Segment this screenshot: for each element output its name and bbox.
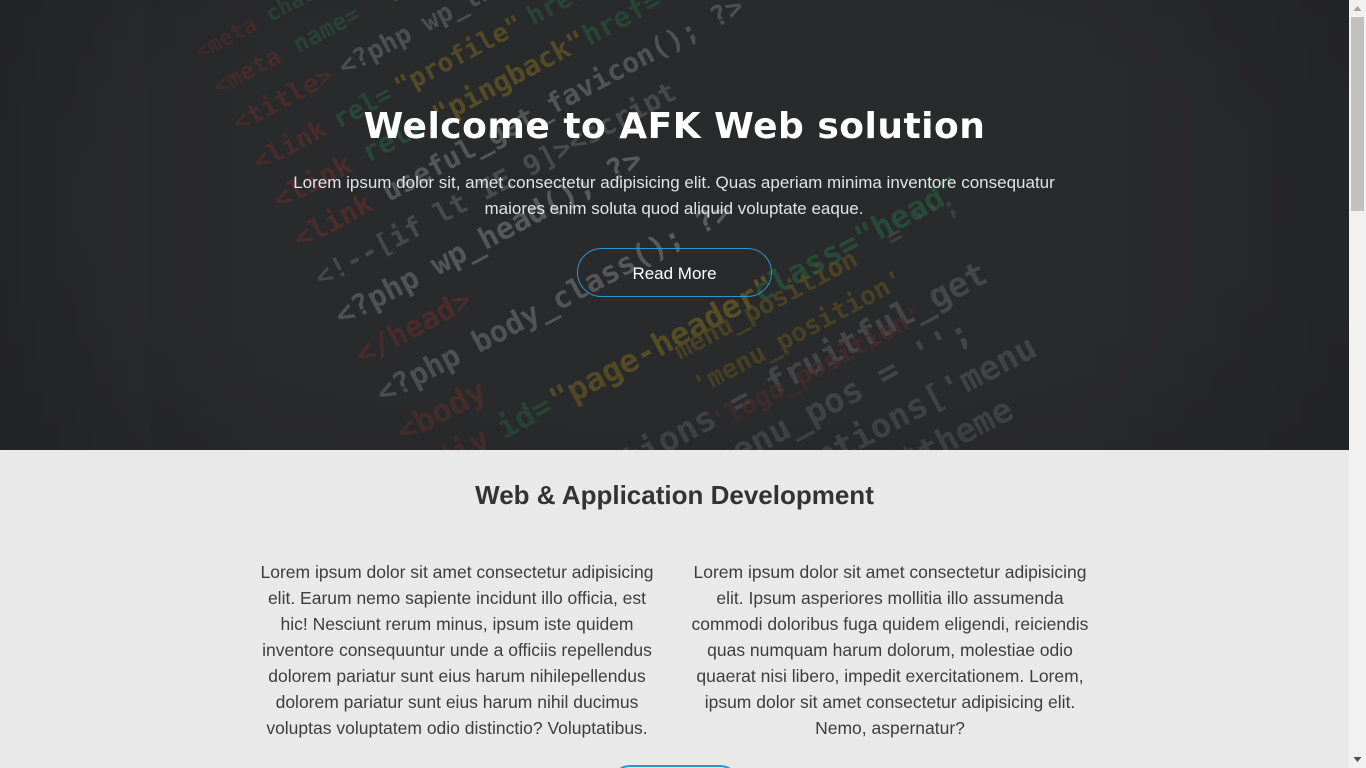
services-section: Web & Application Development Lorem ipsu…: [0, 450, 1349, 768]
read-more-button[interactable]: Read More: [577, 248, 772, 297]
section-title: Web & Application Development: [475, 480, 874, 510]
triangle-down-icon[interactable]: [1349, 751, 1366, 768]
triangle-up-icon[interactable]: [1349, 0, 1366, 17]
section-text-right: Lorem ipsum dolor sit amet consectetur a…: [691, 562, 1089, 738]
section-text-left: Lorem ipsum dolor sit amet consectetur a…: [260, 562, 654, 738]
vertical-scrollbar[interactable]: [1349, 0, 1366, 768]
hero-banner: <meta charset= "utf-8" <meta name= "view…: [0, 0, 1349, 450]
page: <meta charset= "utf-8" <meta name= "view…: [0, 0, 1349, 768]
hero-title: Welcome to AFK Web solution: [363, 106, 986, 147]
hero-description: Lorem ipsum dolor sit, amet consectetur …: [293, 173, 1055, 218]
hero-content: Welcome to AFK Web solution Lorem ipsum …: [0, 0, 1349, 450]
scrollbar-thumb[interactable]: [1351, 17, 1364, 211]
